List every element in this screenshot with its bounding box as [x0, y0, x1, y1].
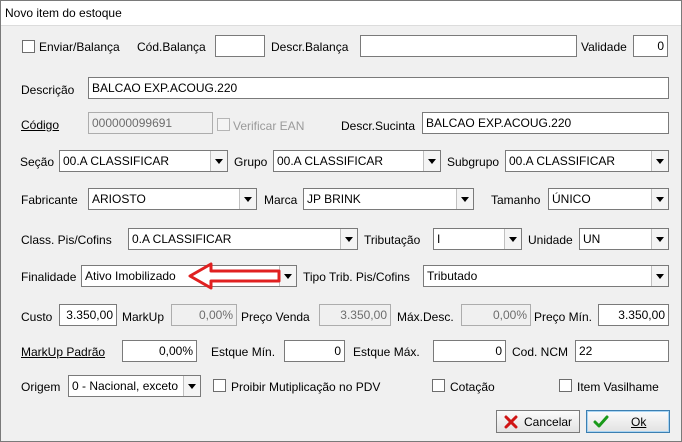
markup-input: 0,00% — [171, 304, 237, 326]
close-icon — [504, 415, 518, 429]
markup-label: MarkUp — [122, 310, 165, 324]
tamanho-label: Tamanho — [491, 193, 541, 207]
cancel-button-label: Cancelar — [524, 415, 573, 429]
chevron-down-icon[interactable] — [651, 229, 668, 249]
class-pis-cofins-label: Class. Pis/Cofins — [21, 233, 112, 247]
chevron-down-icon[interactable] — [183, 376, 200, 396]
unidade-label: Unidade — [528, 233, 573, 247]
chevron-down-icon[interactable] — [423, 151, 440, 171]
preco-min-input[interactable]: 3.350,00 — [598, 304, 669, 326]
secao-label: Seção — [20, 155, 55, 169]
dialog-window: Novo item do estoque Enviar/Balança Cód.… — [0, 0, 682, 442]
estoque-min-label: Estque Mín. — [211, 345, 276, 359]
tributacao-value: I — [437, 232, 441, 246]
item-vasilhame-checkbox[interactable] — [559, 379, 572, 392]
tamanho-value: ÚNICO — [552, 192, 591, 206]
marca-value: JP BRINK — [307, 192, 361, 206]
ok-button-label: Ok — [631, 415, 647, 429]
subgrupo-value: 00.A CLASSIFICAR — [509, 154, 616, 168]
tributacao-select[interactable]: I — [433, 228, 522, 250]
max-desc-input: 0,00% — [461, 304, 531, 326]
descr-sucinta-input[interactable]: BALCAO EXP.ACOUG.220 — [422, 112, 669, 134]
preco-venda-label: Preço Venda — [241, 310, 310, 324]
chevron-down-icon[interactable] — [651, 189, 668, 209]
descr-sucinta-label: Descr.Sucinta — [341, 119, 416, 133]
chevron-down-icon[interactable] — [651, 266, 668, 286]
enviar-balanca-label: Enviar/Balança — [39, 40, 120, 54]
secao-value: 00.A CLASSIFICAR — [63, 154, 170, 168]
estoque-max-label: Estque Máx. — [353, 345, 420, 359]
tributacao-label: Tributação — [364, 233, 421, 247]
cotacao-checkbox[interactable] — [432, 379, 445, 392]
cod-ncm-label: Cod. NCM — [512, 345, 569, 359]
red-arrow-annotation — [188, 262, 281, 290]
ok-button[interactable]: Ok — [586, 410, 670, 433]
item-vasilhame-label: Item Vasilhame — [577, 380, 659, 394]
grupo-label: Grupo — [234, 155, 268, 169]
chevron-down-icon[interactable] — [456, 189, 473, 209]
tamanho-select[interactable]: ÚNICO — [548, 188, 669, 210]
codigo-link[interactable]: Código — [21, 118, 59, 132]
cotacao-label: Cotação — [450, 380, 495, 394]
arrow-shape — [188, 262, 281, 290]
unidade-select[interactable]: UN — [579, 228, 669, 250]
cancel-button[interactable]: Cancelar — [496, 410, 580, 433]
verificar-ean-checkbox — [217, 118, 230, 131]
cod-ncm-input[interactable]: 22 — [575, 340, 669, 362]
max-desc-label: Máx.Desc. — [397, 310, 454, 324]
tipo-trib-select[interactable]: Tributado — [423, 265, 669, 287]
cod-balanca-label: Cód.Balança — [137, 40, 206, 54]
origem-label: Origem — [21, 380, 61, 394]
marca-select[interactable]: JP BRINK — [303, 188, 474, 210]
proibir-multiplicacao-checkbox[interactable] — [213, 379, 226, 392]
chevron-down-icon[interactable] — [651, 151, 668, 171]
finalidade-label: Finalidade — [21, 270, 77, 284]
checkmark-icon — [593, 415, 609, 428]
markup-padrao-link[interactable]: MarkUp Padrão — [21, 345, 105, 359]
preco-venda-input: 3.350,00 — [319, 304, 391, 326]
subgrupo-label: Subgrupo — [447, 155, 500, 169]
descricao-input[interactable]: BALCAO EXP.ACOUG.220 — [88, 77, 669, 99]
validade-input[interactable]: 0 — [633, 35, 668, 57]
chevron-down-icon[interactable] — [504, 229, 521, 249]
grupo-select[interactable]: 00.A CLASSIFICAR — [273, 150, 441, 172]
descr-balanca-label: Descr.Balança — [271, 40, 349, 54]
fabricante-value: ARIOSTO — [92, 192, 146, 206]
estoque-max-input[interactable]: 0 — [433, 340, 506, 362]
title-bar: Novo item do estoque — [1, 1, 681, 26]
origem-value: 0 - Nacional, exceto — [72, 379, 179, 393]
tipo-trib-label: Tipo Trib. Pis/Cofins — [303, 270, 410, 284]
unidade-value: UN — [583, 232, 601, 246]
estoque-min-input[interactable]: 0 — [284, 340, 345, 362]
proibir-multiplicacao-label: Proibir Mutiplicação no PDV — [231, 380, 381, 394]
verificar-ean-label: Verificar EAN — [233, 119, 305, 133]
chevron-down-icon[interactable] — [239, 189, 256, 209]
origem-select[interactable]: 0 - Nacional, exceto — [68, 375, 201, 397]
marca-label: Marca — [264, 193, 298, 207]
fabricante-label: Fabricante — [21, 193, 78, 207]
tipo-trib-value: Tributado — [427, 269, 478, 283]
validade-label: Validade — [581, 40, 627, 54]
grupo-value: 00.A CLASSIFICAR — [277, 154, 384, 168]
codigo-input: 000000099691 — [88, 112, 213, 134]
preco-min-label: Preço Mín. — [534, 310, 593, 324]
window-title: Novo item do estoque — [5, 6, 122, 20]
chevron-down-icon[interactable] — [340, 229, 357, 249]
enviar-balanca-checkbox[interactable] — [22, 40, 35, 53]
custo-input[interactable]: 3.350,00 — [59, 304, 117, 326]
secao-select[interactable]: 00.A CLASSIFICAR — [59, 150, 228, 172]
cod-balanca-input[interactable] — [215, 35, 265, 57]
descricao-label: Descrição — [21, 83, 75, 97]
chevron-down-icon[interactable] — [210, 151, 227, 171]
fabricante-select[interactable]: ARIOSTO — [88, 188, 257, 210]
class-pis-cofins-select[interactable]: 0.A CLASSIFICAR — [128, 228, 358, 250]
class-pis-cofins-value: 0.A CLASSIFICAR — [132, 232, 232, 246]
markup-padrao-input[interactable]: 0,00% — [122, 340, 197, 362]
descr-balanca-input[interactable] — [360, 35, 577, 57]
custo-label: Custo — [21, 310, 53, 324]
subgrupo-select[interactable]: 00.A CLASSIFICAR — [505, 150, 669, 172]
